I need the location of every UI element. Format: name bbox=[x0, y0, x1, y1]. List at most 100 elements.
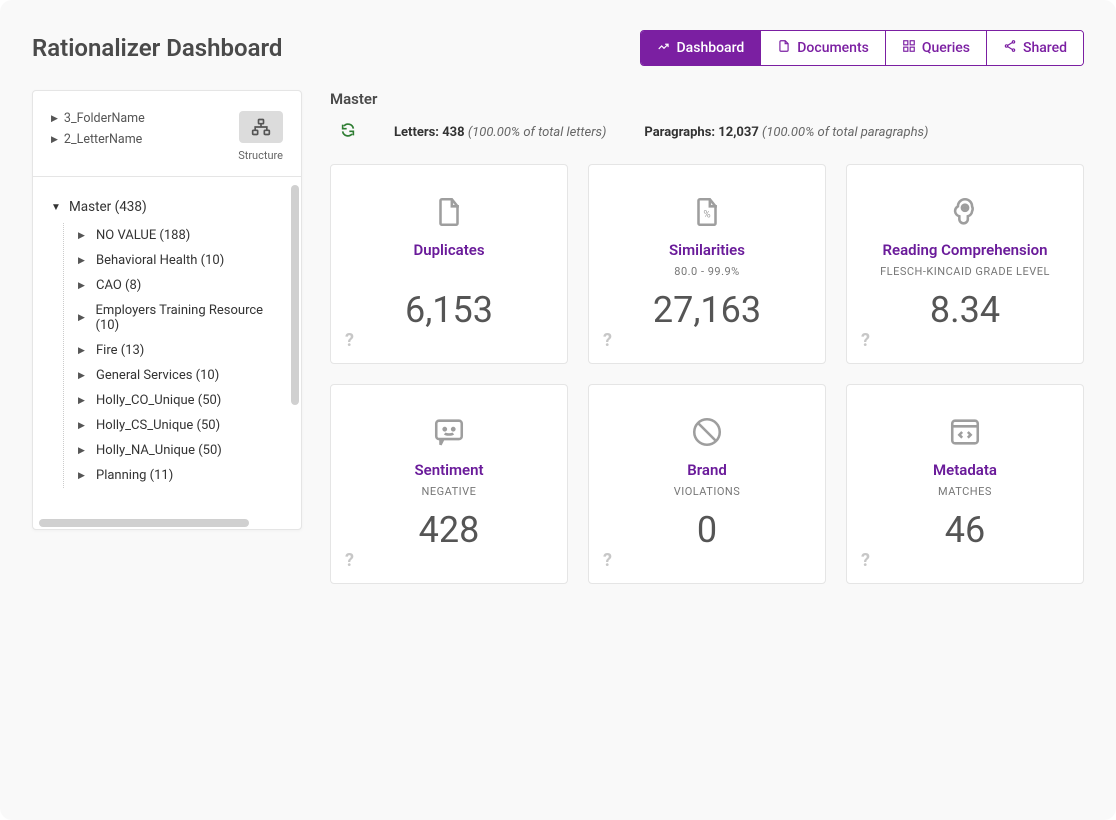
tab-label: Queries bbox=[922, 40, 970, 56]
brain-icon bbox=[948, 193, 982, 231]
grid-icon bbox=[902, 39, 916, 57]
tree-node-label: NO VALUE (188) bbox=[96, 228, 190, 243]
tree-node[interactable]: ▶ Holly_CS_Unique (50) bbox=[78, 413, 281, 438]
card-value: 46 bbox=[945, 509, 985, 551]
paragraphs-stat: Paragraphs: 12,037 (100.00% of total par… bbox=[644, 125, 928, 140]
tab-shared[interactable]: Shared bbox=[987, 31, 1083, 65]
breadcrumb-label: 2_LetterName bbox=[64, 132, 142, 147]
horizontal-scrollbar[interactable] bbox=[33, 517, 301, 529]
file-percent-icon: % bbox=[690, 193, 724, 231]
tree-node-label: Planning (11) bbox=[96, 468, 173, 483]
letters-stat: Letters: 438 (100.00% of total letters) bbox=[394, 125, 606, 140]
metric-card-reading-comprehension[interactable]: Reading Comprehension FLESCH-KINCAID GRAD… bbox=[846, 164, 1084, 364]
card-subtitle: 80.0 - 99.9% bbox=[674, 265, 739, 279]
tab-label: Documents bbox=[797, 40, 869, 56]
tab-label: Dashboard bbox=[677, 40, 745, 56]
card-subtitle: NEGATIVE bbox=[422, 485, 477, 499]
vertical-scrollbar[interactable] bbox=[289, 177, 301, 517]
card-value: 6,153 bbox=[405, 289, 493, 331]
caret-right-icon: ▶ bbox=[78, 231, 88, 241]
card-value: 428 bbox=[419, 509, 480, 551]
chart-line-icon bbox=[657, 39, 671, 57]
breadcrumb: ▶ 3_FolderName ▶ 2_LetterName bbox=[51, 111, 145, 147]
file-icon bbox=[432, 193, 466, 231]
tree-node-label: Employers Training Resource (10) bbox=[96, 303, 281, 333]
tree-node[interactable]: ▶ Holly_CO_Unique (50) bbox=[78, 388, 281, 413]
file-icon bbox=[777, 39, 791, 57]
tree-node[interactable]: ▶ CAO (8) bbox=[78, 273, 281, 298]
tree-node-label: Fire (13) bbox=[96, 343, 144, 358]
card-title: Duplicates bbox=[413, 241, 484, 259]
breadcrumb-item[interactable]: ▶ 3_FolderName bbox=[51, 111, 145, 126]
card-value: 27,163 bbox=[653, 289, 761, 331]
caret-down-icon: ▼ bbox=[51, 202, 61, 213]
card-title: Metadata bbox=[933, 461, 997, 479]
caret-right-icon: ▶ bbox=[78, 281, 88, 291]
tree-node-label: CAO (8) bbox=[96, 278, 141, 293]
nav-tabs: Dashboard Documents Queries Shared bbox=[640, 30, 1084, 66]
card-value: 0 bbox=[697, 509, 717, 551]
tree-node[interactable]: ▶ Behavioral Health (10) bbox=[78, 248, 281, 273]
tree-node-label: General Services (10) bbox=[96, 368, 219, 383]
tree-node-label: Holly_CS_Unique (50) bbox=[96, 418, 220, 433]
card-title: Reading Comprehension bbox=[882, 241, 1047, 259]
card-subtitle: FLESCH-KINCAID GRADE LEVEL bbox=[880, 265, 1050, 279]
help-icon[interactable]: ? bbox=[603, 330, 612, 351]
caret-right-icon: ▶ bbox=[78, 421, 88, 431]
card-subtitle: VIOLATIONS bbox=[674, 485, 741, 499]
caret-right-icon: ▶ bbox=[78, 396, 88, 406]
chat-icon bbox=[432, 413, 466, 451]
tree-node[interactable]: ▶ Employers Training Resource (10) bbox=[78, 298, 281, 338]
svg-text:%: % bbox=[703, 210, 710, 221]
caret-right-icon: ▶ bbox=[51, 114, 58, 124]
section-title: Master bbox=[330, 90, 1084, 108]
page-title: Rationalizer Dashboard bbox=[32, 34, 282, 62]
tree-node-label: Holly_CO_Unique (50) bbox=[96, 393, 221, 408]
tab-queries[interactable]: Queries bbox=[886, 31, 987, 65]
caret-right-icon: ▶ bbox=[78, 346, 88, 356]
tab-documents[interactable]: Documents bbox=[761, 31, 886, 65]
caret-right-icon: ▶ bbox=[78, 371, 88, 381]
tree-node-label: Master (438) bbox=[69, 199, 147, 215]
caret-right-icon: ▶ bbox=[78, 256, 88, 266]
tree-node-master[interactable]: ▼ Master (438) bbox=[51, 195, 281, 219]
caret-right-icon: ▶ bbox=[78, 313, 88, 323]
share-icon bbox=[1003, 39, 1017, 57]
caret-right-icon: ▶ bbox=[51, 135, 58, 145]
structure-button[interactable]: Structure bbox=[238, 111, 283, 162]
tree-node[interactable]: ▶ NO VALUE (188) bbox=[78, 223, 281, 248]
tree-node-label: Holly_NA_Unique (50) bbox=[96, 443, 222, 458]
card-title: Brand bbox=[687, 461, 727, 479]
card-subtitle: MATCHES bbox=[938, 485, 992, 499]
help-icon[interactable]: ? bbox=[861, 330, 870, 351]
breadcrumb-item[interactable]: ▶ 2_LetterName bbox=[51, 132, 145, 147]
breadcrumb-label: 3_FolderName bbox=[64, 111, 145, 126]
tree-node[interactable]: ▶ Holly_NA_Unique (50) bbox=[78, 438, 281, 463]
ban-icon bbox=[690, 413, 724, 451]
tree-node[interactable]: ▶ Planning (11) bbox=[78, 463, 281, 488]
help-icon[interactable]: ? bbox=[345, 550, 354, 571]
tab-label: Shared bbox=[1023, 40, 1067, 56]
tree-node-label: Behavioral Health (10) bbox=[96, 253, 224, 268]
structure-label: Structure bbox=[238, 149, 283, 162]
hierarchy-icon bbox=[239, 111, 283, 143]
help-icon[interactable]: ? bbox=[345, 330, 354, 351]
metric-card-metadata[interactable]: Metadata MATCHES 46? bbox=[846, 384, 1084, 584]
card-title: Sentiment bbox=[414, 461, 483, 479]
refresh-icon[interactable] bbox=[340, 122, 356, 142]
help-icon[interactable]: ? bbox=[603, 550, 612, 571]
window-code-icon bbox=[948, 413, 982, 451]
metric-card-brand[interactable]: Brand VIOLATIONS 0? bbox=[588, 384, 826, 584]
card-value: 8.34 bbox=[930, 289, 1000, 331]
tab-dashboard[interactable]: Dashboard bbox=[641, 31, 762, 65]
help-icon[interactable]: ? bbox=[861, 550, 870, 571]
tree-node[interactable]: ▶ Fire (13) bbox=[78, 338, 281, 363]
metric-card-sentiment[interactable]: Sentiment NEGATIVE 428? bbox=[330, 384, 568, 584]
caret-right-icon: ▶ bbox=[78, 446, 88, 456]
card-title: Similarities bbox=[669, 241, 745, 259]
metric-card-duplicates[interactable]: Duplicates 6,153? bbox=[330, 164, 568, 364]
tree-node[interactable]: ▶ General Services (10) bbox=[78, 363, 281, 388]
sidebar: ▶ 3_FolderName ▶ 2_LetterName bbox=[32, 90, 302, 530]
caret-right-icon: ▶ bbox=[78, 471, 88, 481]
metric-card-similarities[interactable]: % Similarities 80.0 - 99.9% 27,163? bbox=[588, 164, 826, 364]
